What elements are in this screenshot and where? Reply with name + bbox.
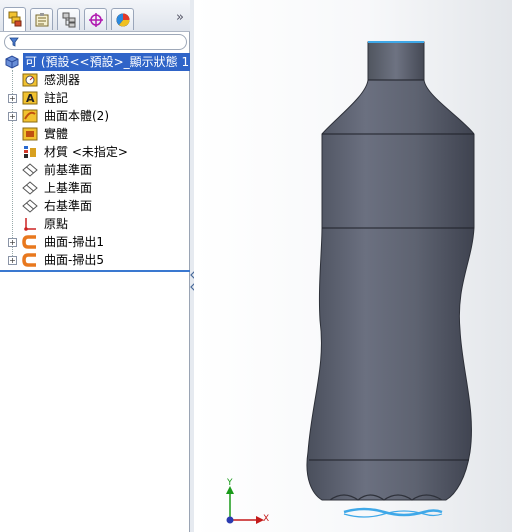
tree-item-top-plane[interactable]: 上基準面 <box>0 179 190 197</box>
bottle-model[interactable] <box>306 41 475 501</box>
tree-item-label: 感測器 <box>44 73 81 87</box>
tree-root-label: 可 (預設<<預設>_顯示狀態 1 <box>23 53 192 71</box>
dimxpert-tab[interactable] <box>84 8 107 30</box>
tree-item-solid-bodies[interactable]: 實體 <box>0 125 190 143</box>
tree-item-label: 上基準面 <box>44 181 93 195</box>
manager-tab-bar: » <box>0 0 190 32</box>
feature-manager-panel: » 可 (預設<<預設>_顯示狀態 1 感測器 + A 註記 + 曲面本體(2)… <box>0 0 192 532</box>
feature-filter-input[interactable] <box>4 34 187 50</box>
tree-item-sensors[interactable]: 感測器 <box>0 71 190 89</box>
expand-toggle[interactable]: + <box>8 94 17 103</box>
tree-item-origin[interactable]: 原點 <box>0 215 190 233</box>
annotation-icon: A <box>22 91 38 105</box>
filter-icon <box>9 37 19 47</box>
plane-icon <box>22 181 38 195</box>
solid-bodies-icon <box>22 127 38 141</box>
tree-item-surface-sweep1[interactable]: + 曲面-掃出1 <box>0 233 190 251</box>
tree-item-label: 實體 <box>44 127 69 141</box>
sensor-icon <box>22 73 38 87</box>
tree-item-right-plane[interactable]: 右基準面 <box>0 197 190 215</box>
tree-item-label: 原點 <box>44 217 69 231</box>
tree-item-annotations[interactable]: + A 註記 <box>0 89 190 107</box>
featuremanager-tab[interactable] <box>3 7 26 31</box>
reference-triad <box>226 486 264 524</box>
propertymanager-tab[interactable] <box>30 8 53 30</box>
propertymanager-icon <box>35 13 49 27</box>
display-manager-tab[interactable] <box>111 8 134 30</box>
tree-item-label: 材質 <未指定> <box>44 145 128 159</box>
plane-icon <box>22 163 38 177</box>
tree-item-label: 註記 <box>44 91 69 105</box>
featuremanager-icon <box>8 11 22 27</box>
tree-item-front-plane[interactable]: 前基準面 <box>0 161 190 179</box>
tree-item-surface-bodies[interactable]: + 曲面本體(2) <box>0 107 190 125</box>
tree-item-surface-sweep5[interactable]: + 曲面-掃出5 <box>0 251 190 269</box>
triad-y-label: Y <box>227 478 233 488</box>
surface-sweep-icon <box>22 235 36 249</box>
tree-item-label: 曲面-掃出1 <box>44 235 104 249</box>
expand-toggle[interactable]: + <box>8 256 17 265</box>
tree-item-label: 右基準面 <box>44 199 93 213</box>
tree-item-label: 曲面-掃出5 <box>44 253 104 267</box>
part-icon <box>5 55 19 69</box>
surface-sweep-icon <box>22 253 36 267</box>
graphics-area[interactable]: Y X <box>194 0 512 532</box>
rollback-bar[interactable] <box>0 270 190 272</box>
tree-root-part[interactable]: 可 (預設<<預設>_顯示狀態 1 <box>4 53 192 71</box>
material-icon <box>24 146 36 158</box>
configurationmanager-icon <box>62 12 76 28</box>
expand-toggle[interactable]: + <box>8 112 17 121</box>
expand-toggle[interactable]: + <box>8 238 17 247</box>
tree-item-label: 前基準面 <box>44 163 93 177</box>
more-tabs-button[interactable]: » <box>172 10 188 26</box>
svg-text:A: A <box>26 92 35 105</box>
origin-icon <box>24 218 36 231</box>
surface-bodies-icon <box>22 109 38 123</box>
triad-x-label: X <box>263 514 270 524</box>
plane-icon <box>22 199 38 213</box>
tree-item-material[interactable]: 材質 <未指定> <box>0 143 190 161</box>
dimxpert-icon <box>89 13 103 27</box>
tree-item-label: 曲面本體(2) <box>44 109 109 123</box>
configurationmanager-tab[interactable] <box>57 8 80 30</box>
display-manager-icon <box>116 13 130 27</box>
